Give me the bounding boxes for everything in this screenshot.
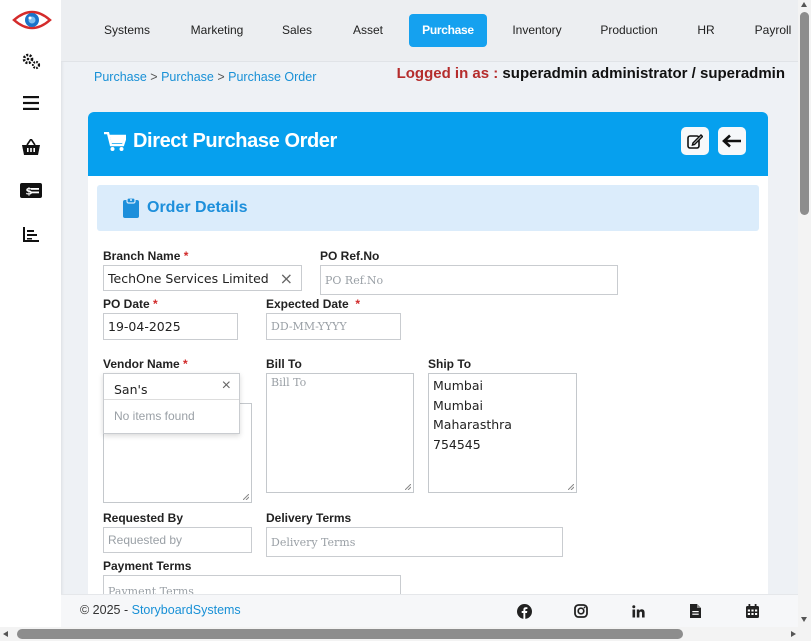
ship-to-line: 754545 bbox=[433, 436, 481, 452]
bill-to-textarea[interactable]: Bill To bbox=[266, 373, 414, 493]
po-ref-input[interactable]: PO Ref.No bbox=[320, 265, 618, 295]
po-date-label: PO Date * bbox=[103, 297, 158, 311]
requested-by-label: Requested By bbox=[103, 511, 184, 525]
chart-icon[interactable] bbox=[18, 221, 44, 247]
sidebar: $ bbox=[0, 0, 61, 641]
scroll-right-icon bbox=[791, 631, 796, 637]
ship-to-label: Ship To bbox=[428, 357, 472, 371]
arrow-left-icon bbox=[722, 134, 741, 148]
vendor-search-input[interactable]: San's bbox=[114, 382, 147, 397]
footer: © 2025 - StoryboardSystems bbox=[61, 594, 798, 627]
breadcrumb: Purchase > Purchase > Purchase Order bbox=[94, 70, 316, 84]
requested-by-input[interactable]: Requested by bbox=[103, 527, 252, 553]
branch-clear-icon[interactable]: × bbox=[280, 269, 293, 288]
edit-button[interactable] bbox=[681, 127, 709, 155]
page-title: Direct Purchase Order bbox=[133, 130, 337, 152]
branch-name-label: Branch Name * bbox=[103, 249, 189, 263]
vendor-clear-icon[interactable]: × bbox=[222, 377, 231, 395]
bill-to-placeholder: Bill To bbox=[271, 376, 307, 389]
tab-inventory[interactable]: Inventory bbox=[509, 14, 565, 47]
ship-to-line: Mumbai bbox=[433, 378, 483, 393]
requested-by-placeholder: Requested by bbox=[108, 533, 183, 547]
back-button[interactable] bbox=[718, 127, 746, 155]
ship-to-line: Maharasthra bbox=[433, 417, 512, 432]
money-bill-icon[interactable]: $ bbox=[18, 177, 44, 203]
linkedin-icon[interactable] bbox=[630, 603, 646, 619]
clipboard-icon bbox=[123, 197, 139, 223]
eye-logo-icon[interactable] bbox=[12, 8, 52, 32]
payment-terms-label: Payment Terms bbox=[103, 559, 192, 573]
po-ref-placeholder: PO Ref.No bbox=[325, 273, 384, 287]
order-details-section: Order Details bbox=[97, 185, 759, 231]
tab-production[interactable]: Production bbox=[597, 14, 661, 47]
section-title: Order Details bbox=[147, 199, 248, 216]
breadcrumb-separator: > bbox=[146, 70, 162, 84]
horizontal-scroll-thumb[interactable] bbox=[17, 629, 683, 639]
tab-purchase[interactable]: Purchase bbox=[409, 14, 487, 47]
breadcrumb-purchase[interactable]: Purchase bbox=[94, 70, 147, 84]
branch-name-select[interactable]: TechOne Services Limited × bbox=[103, 265, 302, 291]
copyright: © 2025 - StoryboardSystems bbox=[80, 603, 241, 617]
expected-date-placeholder: DD-MM-YYYY bbox=[271, 320, 347, 333]
horizontal-scrollbar[interactable] bbox=[0, 627, 811, 641]
delivery-terms-label: Delivery Terms bbox=[266, 511, 352, 525]
menu-icon[interactable] bbox=[18, 90, 44, 116]
scroll-left-icon bbox=[3, 631, 8, 637]
card-header: Direct Purchase Order bbox=[88, 112, 768, 176]
bill-to-label: Bill To bbox=[266, 357, 302, 371]
facebook-icon[interactable] bbox=[516, 603, 532, 619]
expected-date-label: Expected Date * bbox=[266, 297, 361, 311]
tab-marketing[interactable]: Marketing bbox=[186, 14, 248, 47]
expected-date-input[interactable]: DD-MM-YYYY bbox=[266, 313, 401, 340]
tab-sales[interactable]: Sales bbox=[279, 14, 315, 47]
delivery-terms-placeholder: Delivery Terms bbox=[271, 535, 356, 549]
po-ref-label: PO Ref.No bbox=[320, 249, 380, 263]
cart-icon bbox=[104, 131, 128, 157]
login-label: Logged in as : bbox=[396, 65, 499, 82]
login-user: superadmin administrator / superadmin bbox=[498, 65, 785, 82]
ship-to-textarea[interactable]: Mumbai Mumbai Maharasthra 754545 bbox=[428, 373, 577, 493]
ship-to-line: Mumbai bbox=[433, 397, 483, 413]
breadcrumb-separator: > bbox=[213, 70, 229, 84]
scroll-down-icon bbox=[801, 617, 807, 622]
vertical-scrollbar[interactable] bbox=[798, 0, 811, 627]
breadcrumb-purchase-sub[interactable]: Purchase bbox=[161, 70, 214, 84]
branch-name-value: TechOne Services Limited bbox=[108, 270, 269, 286]
basket-icon[interactable] bbox=[18, 134, 44, 160]
document-icon[interactable] bbox=[687, 603, 703, 619]
brand-link[interactable]: StoryboardSystems bbox=[132, 603, 241, 617]
vertical-scroll-thumb[interactable] bbox=[800, 12, 809, 215]
top-navigation: Systems Marketing Sales Asset Purchase I… bbox=[61, 0, 811, 62]
po-date-value: 19-04-2025 bbox=[108, 319, 181, 334]
tab-payroll[interactable]: Payroll bbox=[751, 14, 795, 47]
tab-asset[interactable]: Asset bbox=[350, 14, 386, 47]
delivery-terms-input[interactable]: Delivery Terms bbox=[266, 527, 563, 557]
scroll-up-icon bbox=[801, 2, 807, 7]
edit-icon bbox=[687, 133, 703, 149]
vendor-name-dropdown[interactable]: San's × No items found bbox=[103, 373, 240, 434]
breadcrumb-purchase-order[interactable]: Purchase Order bbox=[228, 70, 316, 84]
vendor-name-label: Vendor Name * bbox=[103, 357, 188, 371]
gears-icon[interactable] bbox=[18, 48, 44, 74]
tab-hr[interactable]: HR bbox=[693, 14, 719, 47]
calendar-icon[interactable] bbox=[744, 603, 760, 619]
login-info: Logged in as : superadmin administrator … bbox=[397, 65, 785, 82]
instagram-icon[interactable] bbox=[573, 603, 589, 619]
po-date-input[interactable]: 19-04-2025 bbox=[103, 313, 238, 340]
no-items-found: No items found bbox=[114, 409, 195, 423]
tab-systems[interactable]: Systems bbox=[101, 14, 153, 47]
